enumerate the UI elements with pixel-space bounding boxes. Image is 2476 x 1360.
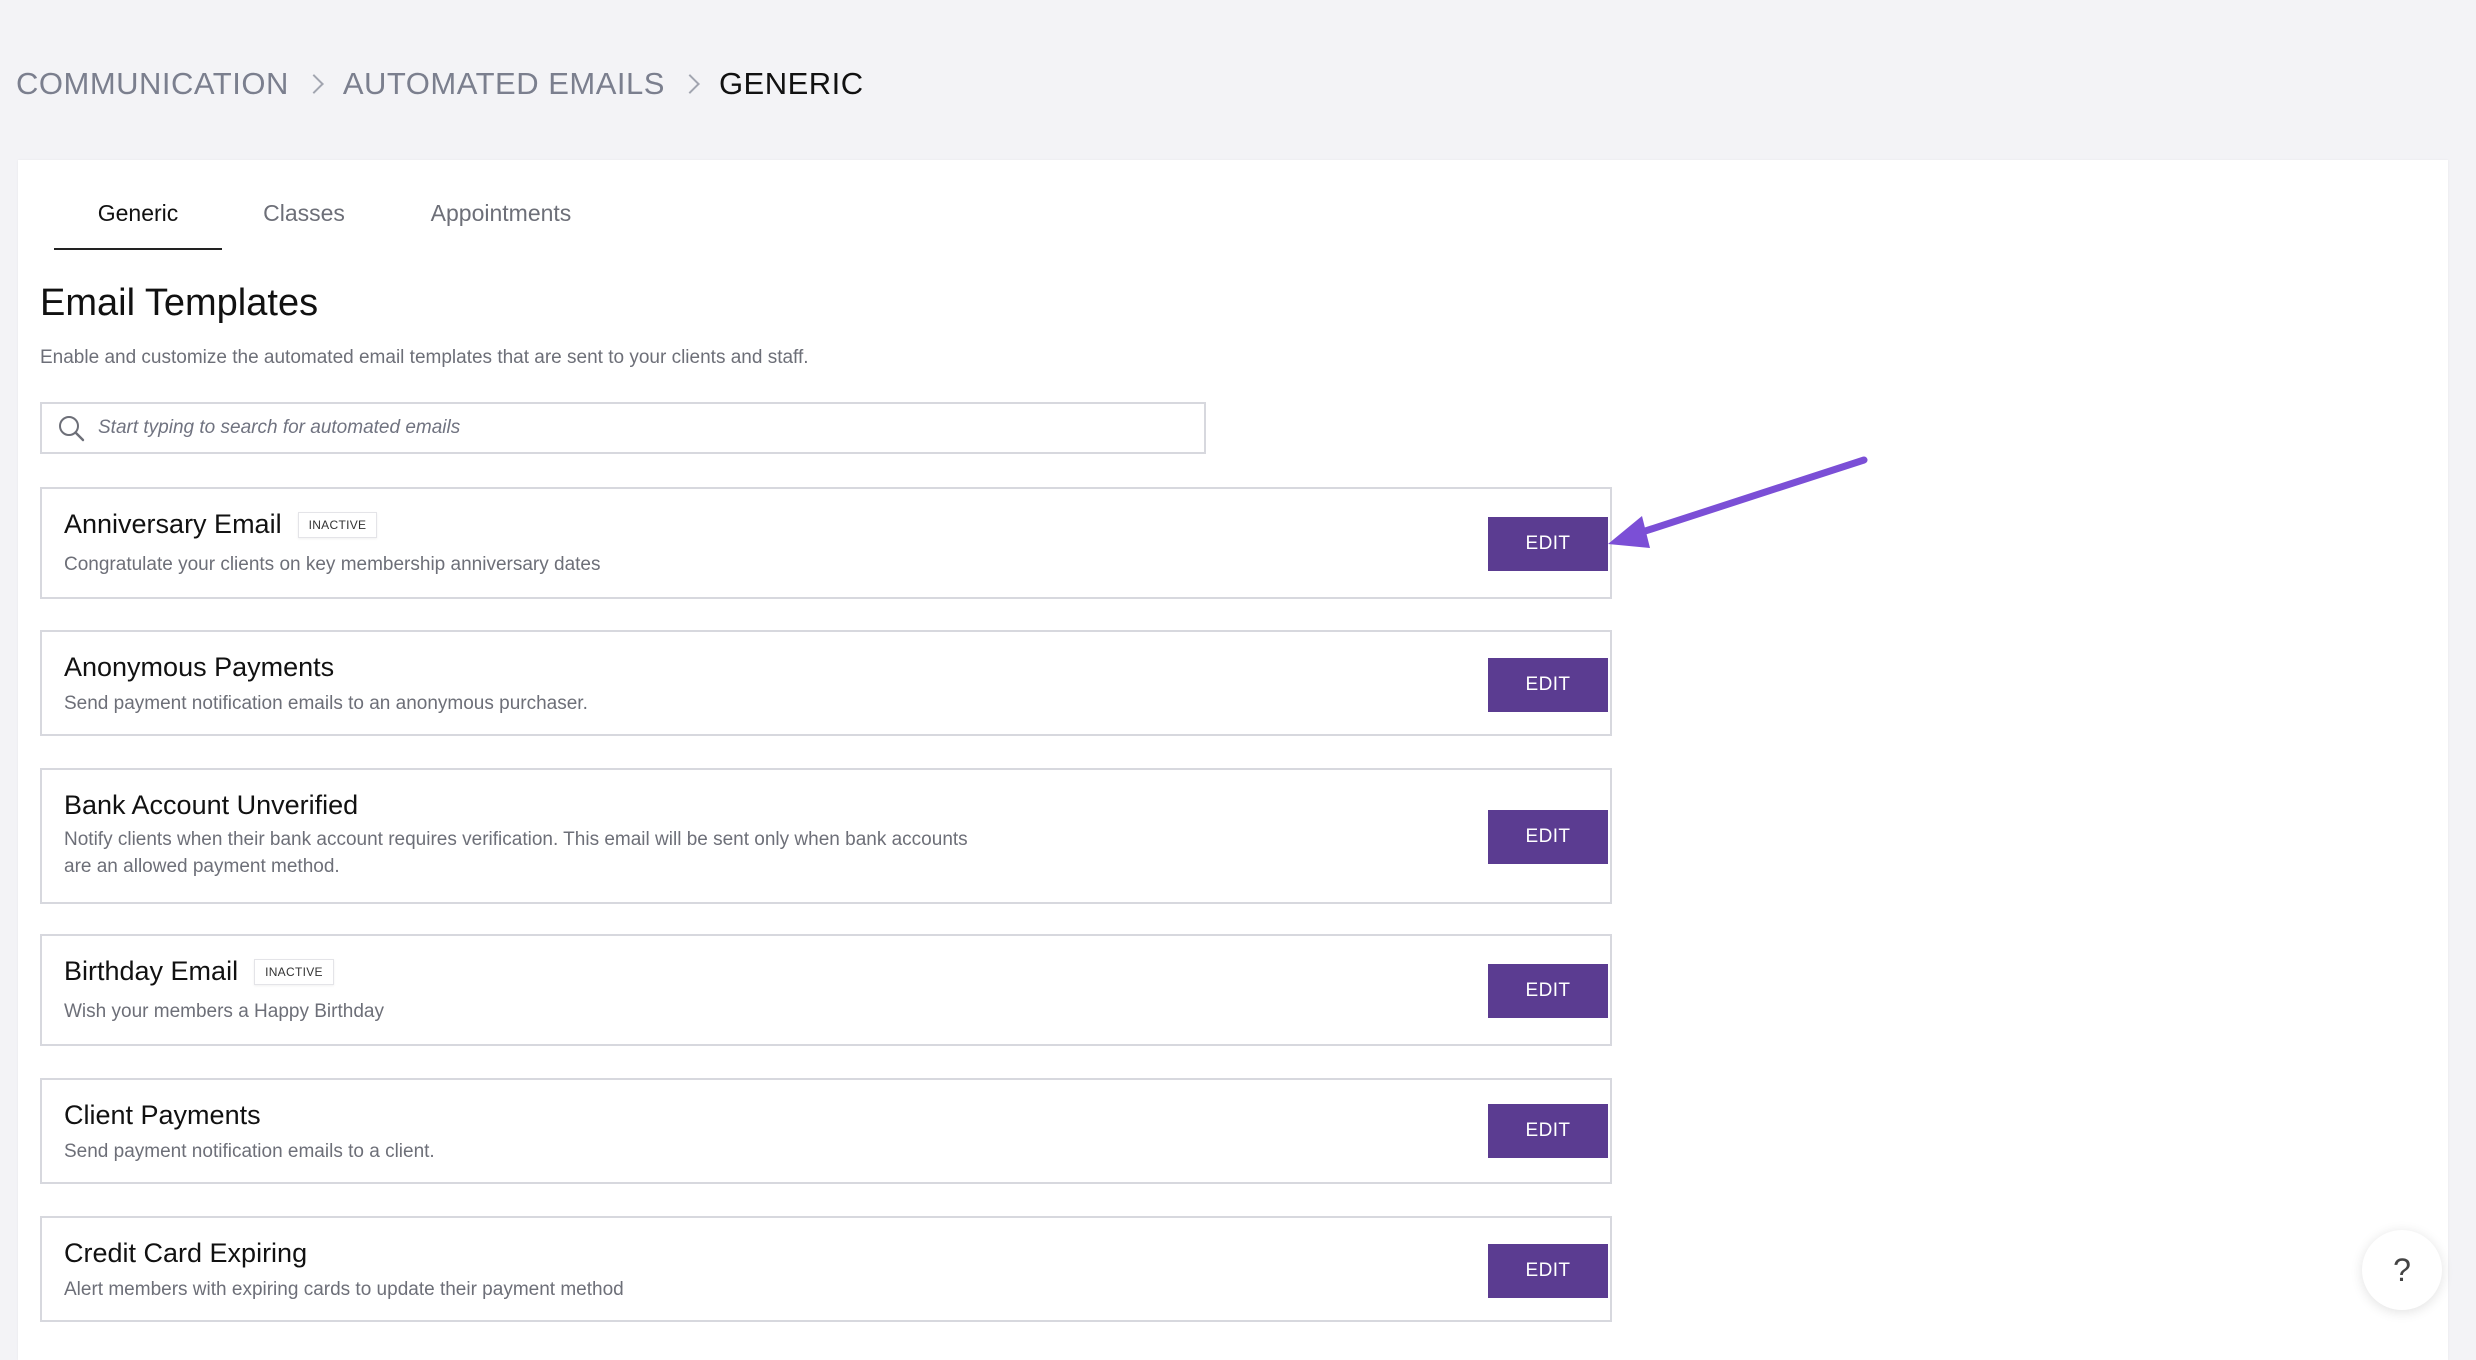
breadcrumb-item-communication[interactable]: COMMUNICATION	[16, 66, 289, 102]
template-birthday-email: Birthday Email INACTIVE Wish your member…	[40, 934, 1612, 1046]
search-input[interactable]	[96, 416, 1180, 440]
template-credit-card-expiring: Credit Card Expiring Alert members with …	[40, 1216, 1612, 1322]
section-title: Email Templates	[40, 282, 319, 324]
template-name: Bank Account Unverified	[64, 790, 359, 820]
template-description: Wish your members a Happy Birthday	[64, 1001, 384, 1022]
breadcrumb-item-generic: GENERIC	[718, 66, 864, 101]
edit-button-client-payments[interactable]: EDIT	[1488, 1104, 1608, 1158]
template-anonymous-payments: Anonymous Payments Send payment notifica…	[40, 630, 1612, 736]
tab-bar: Generic Classes Appointments	[54, 200, 616, 250]
template-description: Notify clients when their bank account r…	[64, 829, 968, 877]
template-title: Bank Account Unverified	[64, 790, 358, 821]
template-title: Birthday Email INACTIVE	[64, 956, 334, 987]
template-name: Anonymous Payments	[64, 652, 335, 682]
annotation-arrow-icon	[1608, 456, 1868, 548]
tab-classes[interactable]: Classes	[222, 200, 386, 248]
chevron-right-icon	[680, 74, 700, 94]
status-badge: INACTIVE	[297, 511, 378, 538]
template-title: Credit Card Expiring	[64, 1238, 307, 1269]
template-title: Anniversary Email INACTIVE	[64, 509, 378, 540]
help-button[interactable]: ?	[2362, 1230, 2442, 1310]
template-description: Send payment notification emails to an a…	[64, 693, 588, 714]
template-title: Client Payments	[64, 1100, 261, 1131]
status-badge: INACTIVE	[254, 958, 334, 985]
breadcrumb-item-automated-emails[interactable]: AUTOMATED EMAILS	[343, 66, 665, 102]
chevron-right-icon	[303, 74, 324, 94]
template-bank-account-unverified: Bank Account Unverified Notify clients w…	[40, 768, 1612, 904]
search-box	[40, 402, 1206, 454]
section-description: Enable and customize the automated email…	[40, 347, 809, 368]
edit-button-bank-account-unverified[interactable]: EDIT	[1488, 810, 1608, 864]
template-description: Send payment notification emails to a cl…	[64, 1141, 435, 1162]
template-anniversary-email: Anniversary Email INACTIVE Congratulate …	[40, 487, 1612, 599]
template-name: Credit Card Expiring	[64, 1238, 308, 1268]
template-name: Client Payments	[64, 1100, 261, 1130]
template-client-payments: Client Payments Send payment notificatio…	[40, 1078, 1612, 1184]
tab-appointments[interactable]: Appointments	[386, 200, 616, 248]
main-card: Generic Classes Appointments Email Templ…	[18, 160, 2448, 1360]
search-icon	[56, 413, 86, 443]
edit-button-birthday-email[interactable]: EDIT	[1488, 964, 1608, 1018]
edit-button-anonymous-payments[interactable]: EDIT	[1488, 658, 1608, 712]
template-description: Alert members with expiring cards to upd…	[64, 1279, 624, 1300]
edit-button-credit-card-expiring[interactable]: EDIT	[1488, 1244, 1608, 1298]
template-name: Birthday Email	[64, 956, 239, 986]
template-title: Anonymous Payments	[64, 652, 334, 683]
template-name: Anniversary Email	[64, 509, 282, 539]
template-description: Congratulate your clients on key members…	[64, 554, 601, 575]
tab-generic[interactable]: Generic	[54, 200, 222, 250]
breadcrumb: COMMUNICATION AUTOMATED EMAILS GENERIC	[16, 66, 864, 102]
